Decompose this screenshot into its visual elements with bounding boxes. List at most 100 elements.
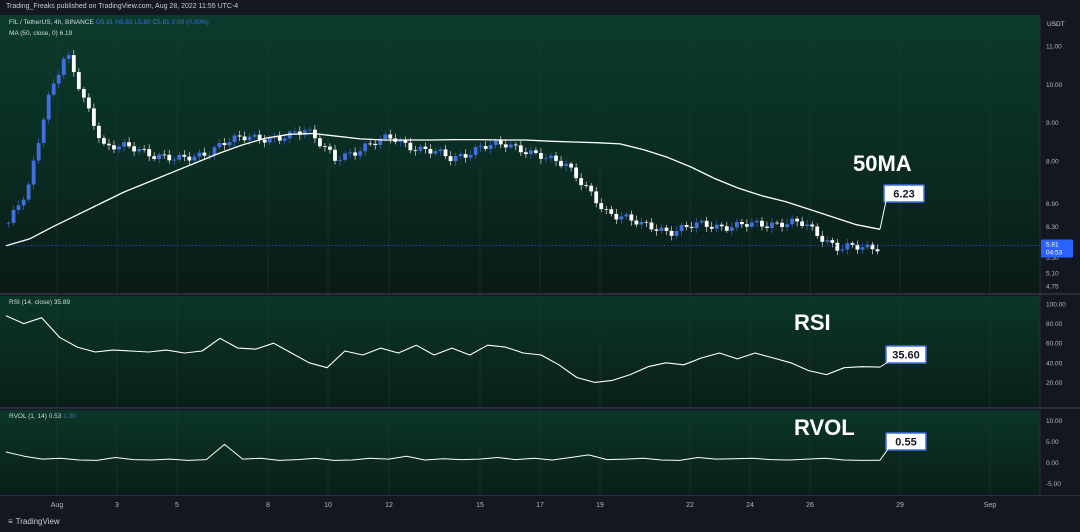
candle-body [659, 227, 664, 231]
rsi-tick-label: 100.00 [1046, 302, 1066, 309]
candle-body [860, 247, 865, 250]
candle-body [227, 142, 232, 146]
price-candle [31, 155, 36, 190]
candle-body [187, 156, 192, 161]
rsi-legend-title: RSI (14, close) [9, 299, 52, 306]
candle-body [624, 214, 629, 217]
rvol-tick-label: 5.00 [1046, 439, 1059, 446]
candle-body [41, 119, 46, 143]
candle-body [443, 149, 448, 157]
candle-body [97, 125, 101, 139]
candle-body [388, 134, 393, 139]
candle-body [599, 203, 604, 209]
candle-body [569, 163, 573, 168]
candle-body [282, 138, 287, 141]
candle-body [36, 142, 41, 161]
candle-body [750, 222, 754, 227]
symbol-legend: FIL / TetherUS, 4h, BINANCE O5.81 H5.83 … [9, 19, 209, 26]
ma-value-annotation-text: 6.23 [893, 189, 914, 201]
x-tick-label: 19 [596, 502, 604, 509]
price-tick-label: 5.10 [1046, 270, 1059, 277]
ma-value-annotation: 6.23 [883, 184, 925, 203]
candle-body [473, 147, 478, 156]
candle-body [368, 143, 373, 145]
tradingview-logo[interactable]: ≡ TradingView [8, 517, 60, 526]
candle-body [11, 209, 16, 223]
price-tick-label: 6.90 [1046, 201, 1059, 208]
candle-body [805, 224, 810, 226]
candle-body [664, 227, 669, 231]
candle-body [132, 146, 136, 152]
candle-body [333, 149, 337, 161]
candle-body [679, 225, 684, 232]
candle-body [26, 184, 31, 200]
candle-body [549, 155, 553, 159]
candle-body [433, 151, 438, 154]
candle-body [790, 218, 795, 225]
candle-body [453, 156, 458, 162]
candle-body [760, 220, 764, 227]
candle-body [66, 55, 71, 59]
candle-body [71, 55, 76, 73]
candle-body [262, 139, 267, 143]
candle-body [579, 178, 584, 186]
candle-body [488, 144, 493, 149]
rvol-value-annotation-text: 0.55 [895, 437, 916, 449]
current-price-label: 5.81 [1046, 241, 1059, 248]
candle-body [483, 146, 488, 149]
candle-body [202, 152, 207, 156]
price-tick-label: 9.00 [1046, 120, 1059, 127]
candle-body [237, 135, 242, 137]
candle-body [468, 155, 473, 158]
candle-body [56, 74, 61, 84]
candle-body [413, 150, 418, 152]
candle-body [604, 208, 609, 210]
candle-body [503, 144, 508, 148]
candle-body [91, 108, 96, 126]
candle-body [177, 154, 182, 160]
x-tick-label: 29 [896, 502, 904, 509]
candle-body [639, 221, 644, 225]
rvol-tick-label: 0.00 [1046, 460, 1059, 467]
candle-body [217, 142, 222, 148]
tradingview-logo-icon: ≡ [8, 517, 13, 526]
chart-svg[interactable]: Aug 3 5 8 10 12 15 17 19 22 24 26 29 Sep 11.00 10.00 9.0… [0, 0, 1080, 532]
candle-body [102, 138, 106, 144]
x-tick-label: 10 [324, 502, 332, 509]
candle-body [554, 155, 558, 161]
price-tick-label: 6.30 [1046, 224, 1059, 231]
candle-body [840, 249, 845, 251]
ma-annotation: 50MA [853, 151, 912, 176]
candle-body [363, 143, 368, 152]
ma-legend: MA (50, close, 0) 6.19 [9, 30, 72, 37]
candle-body [629, 214, 634, 221]
candle-body [498, 140, 503, 145]
rvol-legend-value2: 1.00 [63, 413, 76, 420]
candle-body [267, 137, 272, 143]
candle-body [458, 154, 463, 157]
candle-body [709, 226, 714, 229]
price-tick-label: 8.00 [1046, 159, 1059, 166]
candle-body [815, 226, 820, 236]
candle-body [810, 224, 815, 227]
candle-body [353, 152, 358, 156]
candle-body [775, 222, 779, 224]
candle-body [6, 222, 11, 224]
candle-body [669, 230, 674, 236]
candle-body [197, 152, 202, 157]
candle-body [247, 136, 252, 141]
candle-body [528, 150, 533, 155]
rvol-annotation: RVOL [794, 415, 855, 440]
candle-body [594, 191, 599, 204]
candle-body [508, 144, 513, 148]
candle-body [16, 205, 21, 210]
rvol-legend-title: RVOL (1, 14) [9, 413, 47, 420]
price-scale-1 [1040, 296, 1080, 406]
rsi-tick-label: 20.00 [1046, 380, 1063, 387]
candle-body [76, 72, 81, 90]
candle-body [167, 154, 172, 161]
candle-body [609, 209, 614, 214]
candle-body [820, 235, 825, 242]
candle-body [689, 226, 694, 229]
price-axis-unit: USDT [1047, 21, 1065, 28]
